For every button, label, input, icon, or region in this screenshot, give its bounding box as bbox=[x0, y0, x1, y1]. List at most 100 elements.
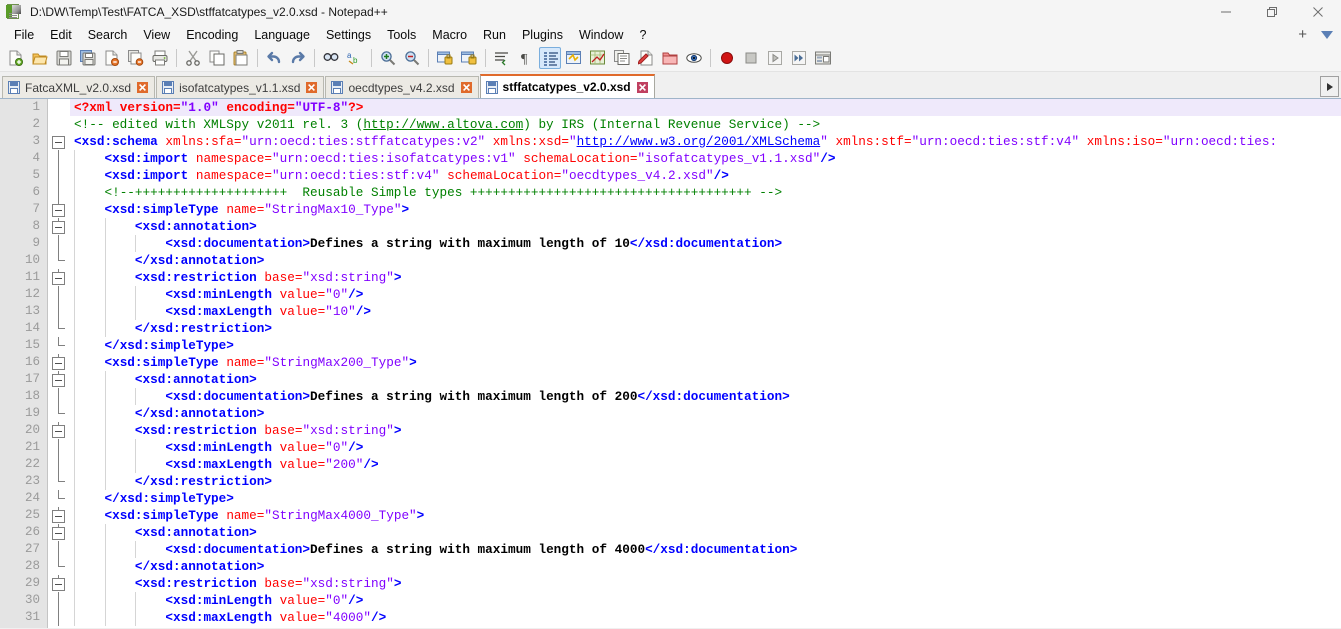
find-icon[interactable] bbox=[320, 47, 342, 69]
cut-icon[interactable] bbox=[182, 47, 204, 69]
tab-oecdtypes-v4-2-xsd[interactable]: oecdtypes_v4.2.xsd bbox=[325, 76, 479, 98]
menu-item-search[interactable]: Search bbox=[80, 25, 136, 45]
fold-margin[interactable] bbox=[48, 99, 70, 628]
fold-row[interactable] bbox=[48, 218, 70, 235]
stop-macro-icon[interactable] bbox=[740, 47, 762, 69]
save-macro-icon[interactable] bbox=[812, 47, 834, 69]
save-icon[interactable] bbox=[53, 47, 75, 69]
zoom-in-icon[interactable] bbox=[377, 47, 399, 69]
folder-workspace-icon[interactable] bbox=[659, 47, 681, 69]
code-line[interactable]: </xsd:restriction> bbox=[70, 473, 1341, 490]
fold-minus-icon[interactable] bbox=[52, 357, 65, 370]
function-list-icon[interactable] bbox=[611, 47, 633, 69]
code-line[interactable]: <!--++++++++++++++++++++ Reusable Simple… bbox=[70, 184, 1341, 201]
code-line[interactable]: <xsd:documentation>Defines a string with… bbox=[70, 541, 1341, 558]
user-defined-dialog-icon[interactable] bbox=[563, 47, 585, 69]
code-line[interactable]: </xsd:annotation> bbox=[70, 405, 1341, 422]
code-line[interactable]: <xsd:restriction base="xsd:string"> bbox=[70, 575, 1341, 592]
fold-row[interactable] bbox=[48, 524, 70, 541]
menu-item-tools[interactable]: Tools bbox=[379, 25, 424, 45]
code-line[interactable]: <xsd:minLength value="0"/> bbox=[70, 286, 1341, 303]
code-line[interactable]: <xsd:documentation>Defines a string with… bbox=[70, 388, 1341, 405]
monitoring-icon[interactable] bbox=[683, 47, 705, 69]
code-line[interactable]: <!-- edited with XMLSpy v2011 rel. 3 (ht… bbox=[70, 116, 1341, 133]
code-line[interactable]: <xsd:simpleType name="StringMax200_Type"… bbox=[70, 354, 1341, 371]
editor-area[interactable]: 1 2 3 4 5 6 7 8 9 10 11 12 13 14 15 16 17 18 19 20 21 22 23 24 2… bbox=[0, 99, 1341, 628]
code-line[interactable]: <xsd:minLength value="0"/> bbox=[70, 439, 1341, 456]
print-icon[interactable] bbox=[149, 47, 171, 69]
code-content[interactable]: <?xml version="1.0" encoding="UTF-8"?> <!… bbox=[70, 99, 1341, 628]
code-line[interactable]: </xsd:annotation> bbox=[70, 558, 1341, 575]
fold-minus-icon[interactable] bbox=[52, 204, 65, 217]
tab-scroll-right-button[interactable] bbox=[1320, 76, 1339, 97]
fold-minus-icon[interactable] bbox=[52, 425, 65, 438]
close-icon[interactable] bbox=[137, 82, 149, 93]
redo-icon[interactable] bbox=[287, 47, 309, 69]
document-map-icon[interactable] bbox=[587, 47, 609, 69]
fold-minus-icon[interactable] bbox=[52, 221, 65, 234]
playback-macro-icon[interactable] bbox=[764, 47, 786, 69]
fold-minus-icon[interactable] bbox=[52, 510, 65, 523]
tab-stffatcatypes-v2-0-xsd[interactable]: stffatcatypes_v2.0.xsd bbox=[479, 74, 655, 98]
code-line[interactable]: </xsd:simpleType> bbox=[70, 490, 1341, 507]
fold-row[interactable] bbox=[48, 133, 70, 150]
fold-row[interactable] bbox=[48, 201, 70, 218]
fold-row[interactable] bbox=[48, 422, 70, 439]
paste-icon[interactable] bbox=[230, 47, 252, 69]
code-line[interactable]: <xsd:restriction base="xsd:string"> bbox=[70, 269, 1341, 286]
tab-isofatcatypes-v1-1-xsd[interactable]: isofatcatypes_v1.1.xsd bbox=[156, 76, 325, 98]
new-file-icon[interactable] bbox=[5, 47, 27, 69]
menu-item-[interactable]: ? bbox=[631, 25, 654, 45]
code-line[interactable]: <xsd:restriction base="xsd:string"> bbox=[70, 422, 1341, 439]
fold-minus-icon[interactable] bbox=[52, 136, 65, 149]
code-line[interactable]: </xsd:restriction> bbox=[70, 320, 1341, 337]
code-line[interactable]: <xsd:annotation> bbox=[70, 218, 1341, 235]
menu-item-window[interactable]: Window bbox=[571, 25, 631, 45]
fold-row[interactable] bbox=[48, 371, 70, 388]
code-line[interactable]: <xsd:annotation> bbox=[70, 371, 1341, 388]
fold-row[interactable] bbox=[48, 507, 70, 524]
minimize-button[interactable] bbox=[1203, 0, 1249, 24]
fold-minus-icon[interactable] bbox=[52, 527, 65, 540]
close-all-icon[interactable] bbox=[125, 47, 147, 69]
close-icon[interactable] bbox=[636, 81, 648, 93]
replace-icon[interactable]: ab bbox=[344, 47, 366, 69]
menu-item-view[interactable]: View bbox=[135, 25, 178, 45]
maximize-button[interactable] bbox=[1249, 0, 1295, 24]
code-line[interactable]: </xsd:simpleType> bbox=[70, 337, 1341, 354]
save-all-icon[interactable] bbox=[77, 47, 99, 69]
indent-guide-icon[interactable] bbox=[539, 47, 561, 69]
menu-item-encoding[interactable]: Encoding bbox=[178, 25, 246, 45]
word-wrap-icon[interactable] bbox=[491, 47, 513, 69]
fold-minus-icon[interactable] bbox=[52, 374, 65, 387]
macro-play-icon[interactable] bbox=[635, 47, 657, 69]
record-macro-icon[interactable] bbox=[716, 47, 738, 69]
code-line[interactable]: <xsd:import namespace="urn:oecd:ties:iso… bbox=[70, 150, 1341, 167]
close-icon[interactable] bbox=[306, 82, 318, 93]
menu-item-language[interactable]: Language bbox=[246, 25, 318, 45]
fold-row[interactable] bbox=[48, 575, 70, 592]
undo-icon[interactable] bbox=[263, 47, 285, 69]
code-line[interactable]: <xsd:minLength value="0"/> bbox=[70, 592, 1341, 609]
fold-row[interactable] bbox=[48, 269, 70, 286]
code-line[interactable]: </xsd:annotation> bbox=[70, 252, 1341, 269]
menu-item-settings[interactable]: Settings bbox=[318, 25, 379, 45]
code-line[interactable]: <xsd:simpleType name="StringMax4000_Type… bbox=[70, 507, 1341, 524]
menu-item-macro[interactable]: Macro bbox=[424, 25, 475, 45]
code-line[interactable]: <xsd:maxLength value="10"/> bbox=[70, 303, 1341, 320]
code-line[interactable]: <xsd:maxLength value="200"/> bbox=[70, 456, 1341, 473]
chevron-down-icon[interactable] bbox=[1321, 31, 1333, 39]
close-file-icon[interactable] bbox=[101, 47, 123, 69]
close-button[interactable] bbox=[1295, 0, 1341, 24]
close-icon[interactable] bbox=[460, 82, 472, 93]
fold-minus-icon[interactable] bbox=[52, 272, 65, 285]
menu-item-run[interactable]: Run bbox=[475, 25, 514, 45]
add-tab-button[interactable]: + bbox=[1298, 25, 1307, 45]
code-line[interactable]: <xsd:schema xmlns:sfa="urn:oecd:ties:stf… bbox=[70, 133, 1341, 150]
fold-minus-icon[interactable] bbox=[52, 578, 65, 591]
menu-item-edit[interactable]: Edit bbox=[42, 25, 80, 45]
menu-item-plugins[interactable]: Plugins bbox=[514, 25, 571, 45]
show-all-chars-icon[interactable]: ¶ bbox=[515, 47, 537, 69]
code-line[interactable]: <xsd:maxLength value="4000"/> bbox=[70, 609, 1341, 626]
code-line[interactable]: <xsd:documentation>Defines a string with… bbox=[70, 235, 1341, 252]
